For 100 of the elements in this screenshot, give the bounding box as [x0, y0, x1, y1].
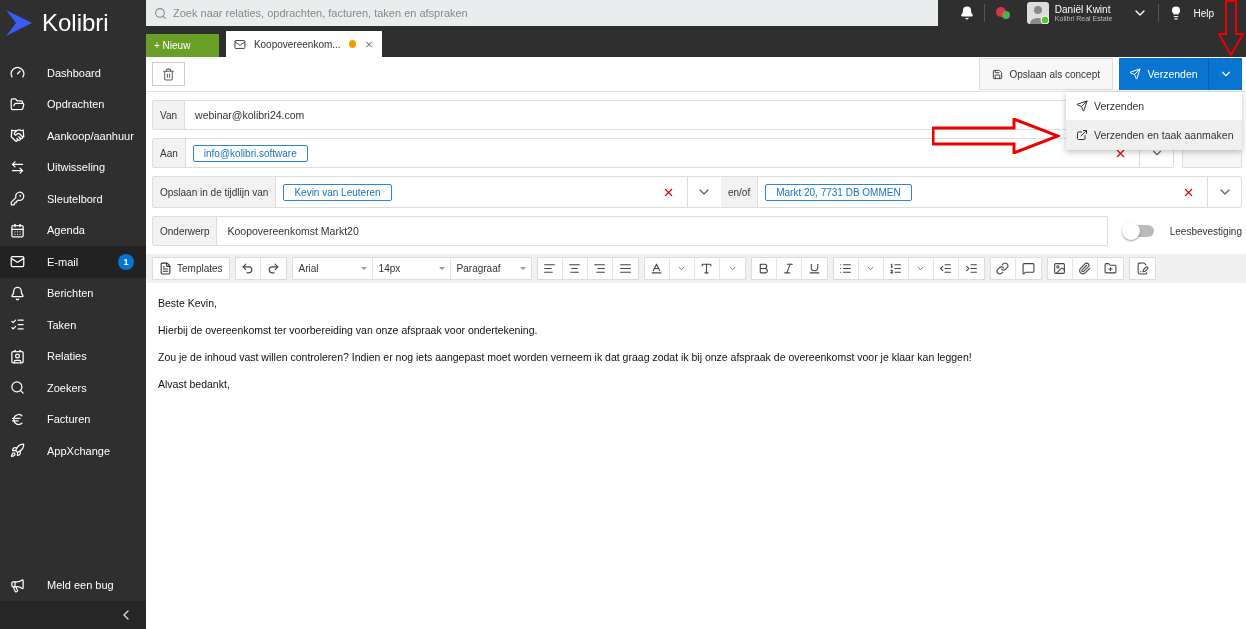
timeline-field[interactable]: Opslaan in de tijdlijn van Kevin van Leuteren en/of Markt 20, 7731 DB OMMEN — [152, 176, 1242, 208]
underline-icon — [807, 262, 821, 275]
caret-icon — [727, 264, 737, 273]
outdent-icon — [939, 262, 953, 275]
nav-icon — [10, 222, 25, 238]
subject-field[interactable]: Onderwerp Koopovereenkomst Markt20 — [152, 216, 1108, 246]
nav-icon — [10, 348, 25, 364]
read-receipt-toggle[interactable] — [1123, 225, 1154, 237]
to-field[interactable]: Aan info@kolibri.software — [152, 138, 1174, 168]
templates-button[interactable]: Templates — [152, 257, 230, 280]
sidebar-item[interactable]: AppXchange — [0, 435, 146, 467]
nav-label: Sleutelbord — [47, 192, 104, 205]
nav-label: E-mail — [47, 255, 80, 268]
field-label: en/of — [720, 177, 759, 207]
nav-label: Opdrachten — [47, 98, 106, 111]
property-chip[interactable]: Markt 20, 7731 DB OMMEN — [765, 183, 912, 201]
align-left-icon — [543, 262, 557, 275]
sidebar-item[interactable]: Uitwisseling — [0, 151, 146, 183]
nav-icon — [10, 254, 25, 270]
search-field[interactable]: Zoek naar relaties, opdrachten, facturen, taken en afspraken — [146, 0, 938, 26]
document-icon — [159, 262, 172, 275]
recipient-chip[interactable]: info@kolibri.software — [192, 144, 308, 162]
nav-label: AppXchange — [47, 444, 111, 457]
brand-name: Kolibri — [42, 8, 109, 37]
contact-chip[interactable]: Kevin van Leuteren — [283, 183, 392, 201]
nav-label: Taken — [47, 318, 78, 331]
signature-icon — [1135, 262, 1149, 275]
mail-icon — [234, 37, 246, 51]
sidebar-item[interactable]: Zoekers — [0, 372, 146, 404]
sidebar-item[interactable]: Taken — [0, 309, 146, 341]
nav-icon — [10, 317, 25, 333]
link-icon — [996, 262, 1010, 275]
sidebar-item[interactable]: Opdrachten — [0, 88, 146, 120]
trash-icon — [162, 67, 175, 81]
nav-icon — [10, 159, 25, 175]
bullet-list-icon — [839, 262, 853, 275]
body-paragraph: Zou je de inhoud vast willen controleren? Indien er nog iets aangepast moet worden verneem ik dat graag zodat ik bij onze afspraak de overeenkomst voor je klaar kan leggen! — [158, 351, 973, 363]
sidebar-item[interactable]: Aankoop/aanhuur — [0, 120, 146, 152]
delete-button[interactable] — [152, 62, 185, 86]
avatar-icon[interactable] — [1026, 2, 1049, 24]
field-label: Opslaan in de tijdlijn van — [153, 177, 277, 207]
external-link-icon — [1076, 129, 1088, 141]
nav-icon — [10, 380, 25, 396]
document-tab[interactable]: Koopovereenkom... — [226, 31, 382, 57]
field-value: Koopovereenkomst Markt20 — [226, 225, 359, 237]
send-icon — [1076, 100, 1088, 112]
image-icon — [1053, 262, 1067, 275]
italic-icon — [782, 262, 796, 275]
sidebar-item[interactable]: Relaties — [0, 340, 146, 372]
sidebar-item[interactable]: Berichten — [0, 277, 146, 309]
sidebar-item[interactable]: Agenda — [0, 214, 146, 246]
count-badge: 1 — [118, 253, 134, 270]
nav-label: Dashboard — [47, 66, 102, 79]
field-label: Van — [153, 101, 186, 129]
nav-label: Facturen — [47, 413, 92, 426]
send-button[interactable]: Verzenden — [1119, 58, 1208, 90]
nav-icon — [10, 128, 25, 144]
logo-icon — [4, 7, 34, 38]
undo-icon — [241, 262, 255, 275]
save-draft-button[interactable]: Opslaan als concept — [979, 58, 1113, 90]
nav-icon — [10, 411, 25, 427]
field-label: Onderwerp — [153, 217, 218, 245]
signature-button[interactable] — [1128, 257, 1156, 280]
sidebar-item[interactable]: E-mail 1 — [0, 246, 146, 278]
status-icon[interactable] — [994, 6, 1011, 20]
tab-label: Koopovereenkom... — [253, 38, 341, 50]
redo-icon — [266, 262, 280, 275]
nav-label: Zoekers — [47, 381, 88, 394]
menu-item[interactable]: Verzenden en taak aanmaken — [1066, 121, 1242, 150]
search-icon — [154, 7, 167, 20]
nav-label: Agenda — [47, 224, 86, 237]
bell-icon[interactable] — [959, 6, 974, 20]
attachment-icon — [1078, 262, 1092, 275]
save-icon — [992, 68, 1004, 80]
nav-icon — [10, 443, 25, 459]
menu-item[interactable]: Verzenden — [1066, 92, 1242, 121]
annotation-arrow — [1218, 0, 1244, 56]
align-right-icon — [593, 262, 607, 275]
close-icon[interactable] — [363, 38, 374, 50]
field-label: Aan — [153, 139, 186, 167]
nav-label: Relaties — [47, 350, 88, 363]
sidebar-item[interactable]: Sleutelbord — [0, 183, 146, 215]
field-value: webinar@kolibri24.com — [194, 109, 305, 121]
align-center-icon — [568, 262, 582, 275]
sidebar-item[interactable]: Facturen — [0, 403, 146, 435]
bold-icon — [757, 262, 771, 275]
send-icon — [1129, 68, 1142, 80]
megaphone-icon — [10, 577, 25, 593]
help-link[interactable]: Help — [1193, 7, 1214, 19]
caret-icon — [916, 264, 926, 273]
nav-label: Berichten — [47, 287, 95, 300]
body-paragraph: Beste Kevin, — [158, 297, 218, 309]
body-paragraph: Hierbij de overeenkomst ter voorbereiding van onze afspraak voor ondertekening. — [158, 324, 539, 336]
highlight-icon — [700, 262, 714, 275]
nav-label: Uitwisseling — [47, 161, 107, 174]
sidebar-item[interactable]: Dashboard — [0, 57, 146, 89]
indent-icon — [964, 262, 978, 275]
report-bug-item[interactable]: Meld een bug — [0, 569, 146, 601]
toggle-label: Leesbevestiging — [1169, 225, 1242, 237]
justify-icon — [618, 262, 632, 275]
